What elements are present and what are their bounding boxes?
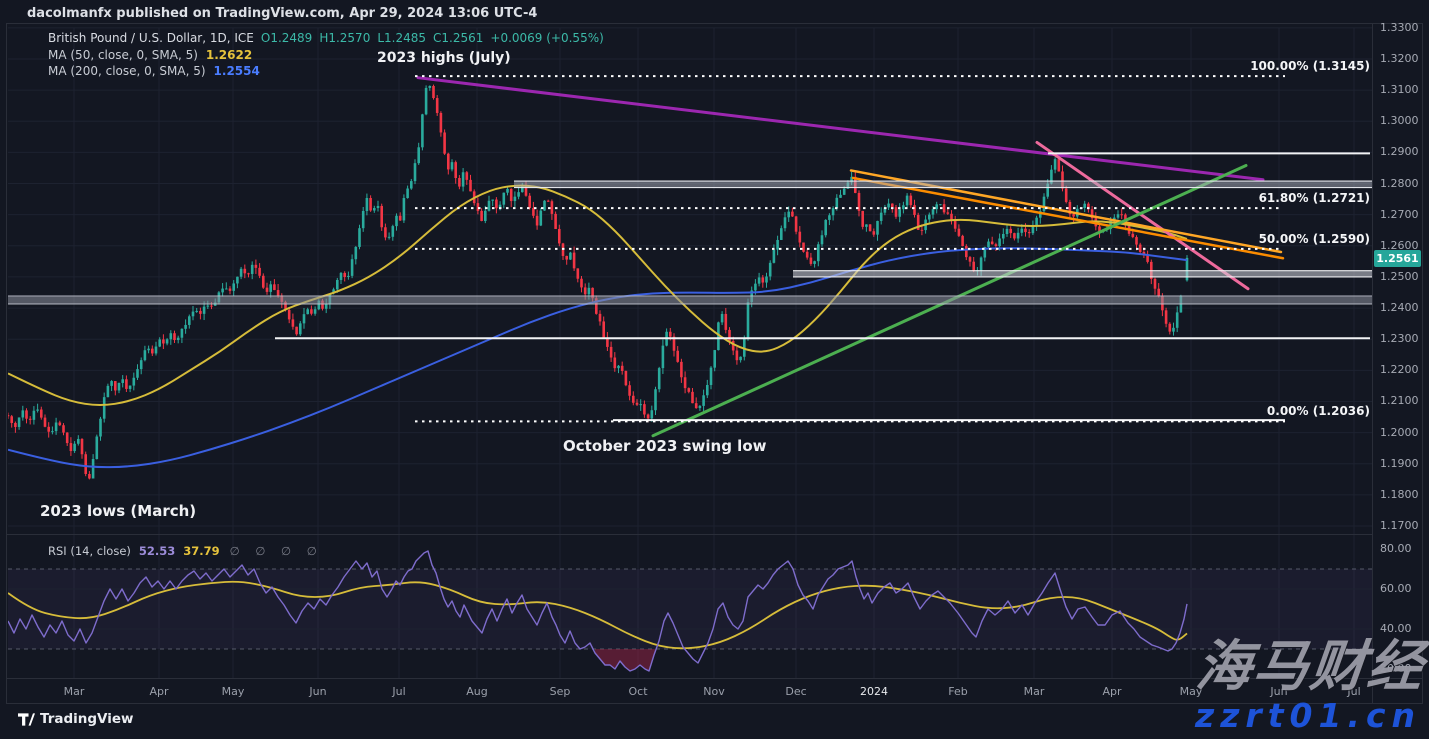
published-title: dacolmanfx published on TradingView.com,…	[27, 6, 537, 21]
time-tick-label: Mar	[64, 685, 85, 698]
rsi-tick-label: 60.00	[1380, 582, 1412, 595]
symbol-legend: British Pound / U.S. Dollar, 1D, ICE O1.2…	[48, 31, 604, 45]
ma50-value: 1.2622	[206, 48, 252, 62]
ma50-label: MA (50, close, 0, SMA, 5)	[48, 48, 198, 62]
fib-level-label: 61.80% (1.2721)	[1259, 191, 1370, 205]
fib-level-label: 0.00% (1.2036)	[1267, 404, 1370, 418]
price-tick-label: 1.3100	[1380, 83, 1419, 96]
price-tick-label: 1.2200	[1380, 363, 1419, 376]
time-tick-label: Apr	[149, 685, 168, 698]
price-tick-label: 1.2900	[1380, 145, 1419, 158]
price-tick-label: 1.2100	[1380, 394, 1419, 407]
fib-level-label: 100.00% (1.3145)	[1250, 59, 1370, 73]
ohlc-high: H1.2570	[319, 31, 370, 45]
price-tick-label: 1.1800	[1380, 488, 1419, 501]
fib-level-label: 50.00% (1.2590)	[1259, 232, 1370, 246]
ohlc-close: C1.2561	[433, 31, 483, 45]
time-tick-label: Apr	[1102, 685, 1121, 698]
price-tick-label: 1.2500	[1380, 270, 1419, 283]
ma200-value: 1.2554	[214, 64, 260, 78]
ma200-label: MA (200, close, 0, SMA, 5)	[48, 64, 206, 78]
price-tick-label: 1.1900	[1380, 457, 1419, 470]
price-tick-label: 1.3200	[1380, 52, 1419, 65]
time-tick-label: Jun	[309, 685, 326, 698]
change-value: +0.0069 (+0.55%)	[490, 31, 603, 45]
time-tick-label: Dec	[785, 685, 806, 698]
ohlc-open: O1.2489	[261, 31, 312, 45]
price-tick-label: 1.2000	[1380, 426, 1419, 439]
symbol-name: British Pound / U.S. Dollar, 1D, ICE	[48, 31, 254, 45]
brand-name: TradingView	[40, 711, 134, 727]
tradingview-logo[interactable]: TradingView	[18, 711, 134, 727]
tradingview-logo-icon	[18, 712, 35, 727]
annotation-october-swing-low: October 2023 swing low	[563, 437, 767, 455]
time-tick-label: Oct	[628, 685, 647, 698]
rsi-hidden-params: ∅ ∅ ∅ ∅	[230, 544, 323, 558]
time-tick-label: Jul	[392, 685, 405, 698]
ma50-legend: MA (50, close, 0, SMA, 5) 1.2622	[48, 48, 252, 62]
rsi-legend: RSI (14, close) 52.53 37.79 ∅ ∅ ∅ ∅	[48, 544, 323, 558]
time-tick-label: Aug	[466, 685, 487, 698]
time-tick-label: May	[222, 685, 245, 698]
rsi-title: RSI (14, close)	[48, 544, 131, 558]
annotation-2023-highs: 2023 highs (July)	[377, 50, 511, 66]
rsi-tick-label: 80.00	[1380, 542, 1412, 555]
rsi-value: 52.53	[139, 544, 175, 558]
price-tick-label: 1.2300	[1380, 332, 1419, 345]
rsi-ma-value: 37.79	[183, 544, 219, 558]
time-tick-label: Sep	[550, 685, 571, 698]
time-tick-label: Nov	[703, 685, 724, 698]
current-price-badge: 1.2561	[1374, 250, 1421, 267]
time-tick-label: Feb	[948, 685, 967, 698]
ma200-legend: MA (200, close, 0, SMA, 5) 1.2554	[48, 64, 260, 78]
price-tick-label: 1.2700	[1380, 208, 1419, 221]
time-tick-label: Mar	[1024, 685, 1045, 698]
watermark-site-url: zzrt01.cn	[1195, 696, 1421, 735]
price-tick-label: 1.3000	[1380, 114, 1419, 127]
watermark-site-name: 海马财经	[1193, 621, 1429, 701]
price-tick-label: 1.2800	[1380, 177, 1419, 190]
tradingview-published-chart: { "topbar": {"title": "dacolmanfx publis…	[0, 0, 1429, 739]
time-tick-label: 2024	[860, 685, 888, 698]
price-tick-label: 1.1700	[1380, 519, 1419, 532]
annotation-2023-lows: 2023 lows (March)	[40, 502, 196, 520]
price-tick-label: 1.3300	[1380, 21, 1419, 34]
price-tick-label: 1.2400	[1380, 301, 1419, 314]
ohlc-low: L1.2485	[377, 31, 426, 45]
